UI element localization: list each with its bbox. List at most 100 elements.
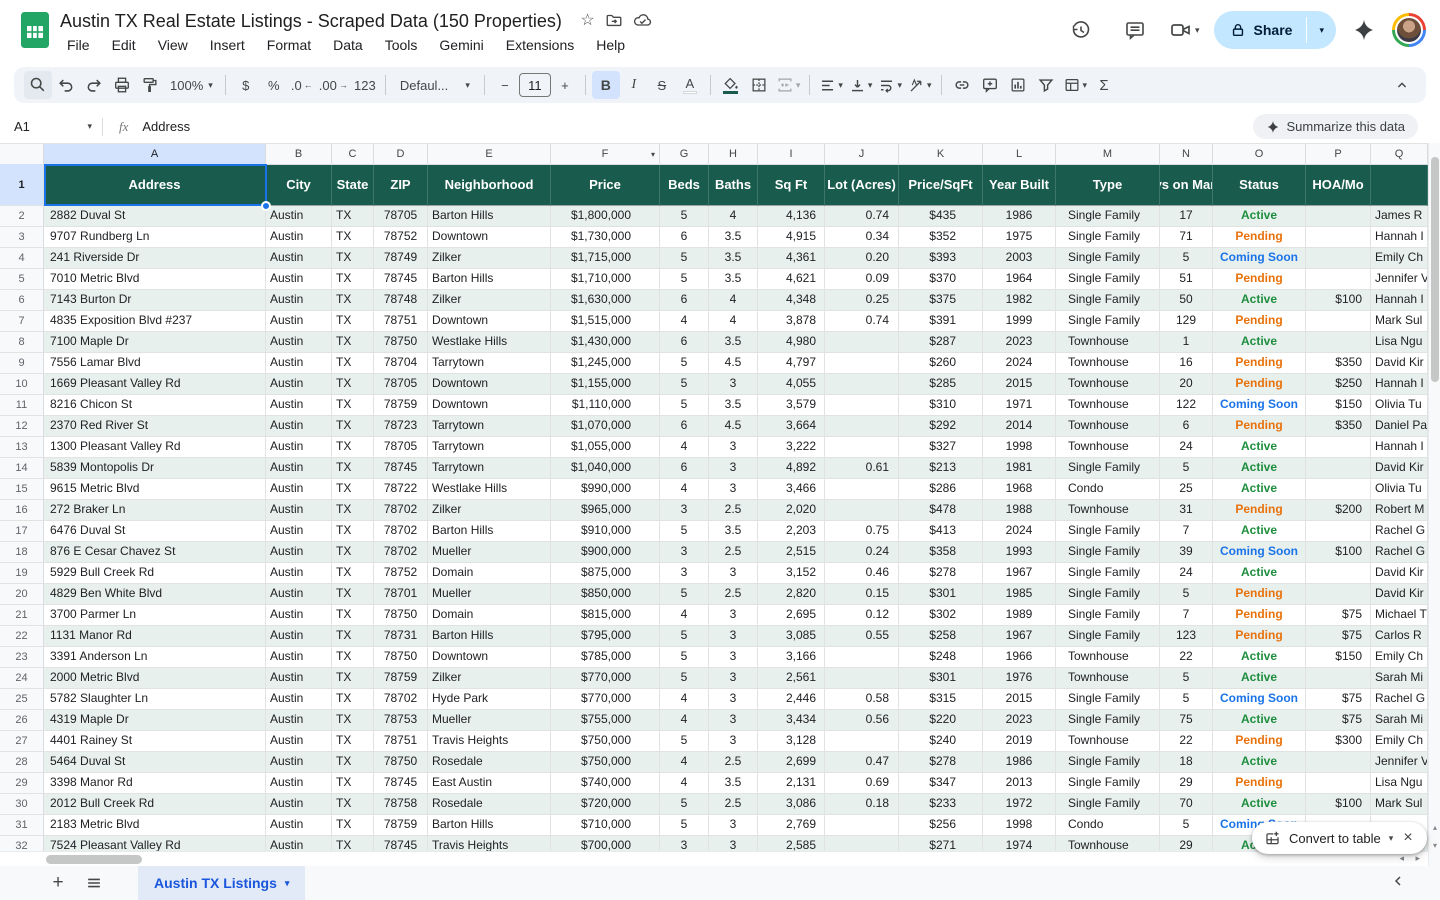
cell-M9[interactable]: Townhouse [1056,353,1160,374]
row-header-18[interactable]: 18 [0,542,44,563]
cell-Q20[interactable]: David Kir [1371,584,1428,605]
cell-G23[interactable]: 5 [660,647,709,668]
cell-H28[interactable]: 2.5 [709,752,758,773]
cell-D13[interactable]: 78705 [374,437,428,458]
cell-J8[interactable] [825,332,899,353]
cell-J24[interactable] [825,668,899,689]
cell-F30[interactable]: $720,000 [551,794,660,815]
cell-M4[interactable]: Single Family [1056,248,1160,269]
cell-K32[interactable]: $271 [899,836,983,851]
row-header-21[interactable]: 21 [0,605,44,626]
cell-B9[interactable]: Austin [266,353,332,374]
cell-E23[interactable]: Downtown [428,647,551,668]
print-button[interactable] [108,71,136,99]
cell-O29[interactable]: Pending [1213,773,1306,794]
cell-Q11[interactable]: Olivia Tu [1371,395,1428,416]
cell-K9[interactable]: $260 [899,353,983,374]
cell-C12[interactable]: TX [332,416,374,437]
insert-link-button[interactable] [948,71,976,99]
scroll-left-icon[interactable]: ◂ [1399,853,1404,864]
search-menus-button[interactable] [24,71,52,99]
cell-I5[interactable]: 4,621 [758,269,825,290]
cell-M22[interactable]: Single Family [1056,626,1160,647]
cell-C25[interactable]: TX [332,689,374,710]
cell-F19[interactable]: $875,000 [551,563,660,584]
cell-L22[interactable]: 1967 [983,626,1056,647]
strikethrough-button[interactable]: S [648,71,676,99]
cell-G10[interactable]: 5 [660,374,709,395]
format-percent-button[interactable]: % [260,71,288,99]
cell-K26[interactable]: $220 [899,710,983,731]
cell-F18[interactable]: $900,000 [551,542,660,563]
cell-M31[interactable]: Condo [1056,815,1160,836]
cell-O22[interactable]: Pending [1213,626,1306,647]
cell-O16[interactable]: Pending [1213,500,1306,521]
gemini-sparkle-icon[interactable] [1350,10,1378,50]
collapse-panel-icon[interactable] [1390,873,1406,894]
row-header-28[interactable]: 28 [0,752,44,773]
cell-H26[interactable]: 3 [709,710,758,731]
font-select[interactable]: Defaul...▾ [392,71,478,99]
column-header-Q[interactable]: Q [1371,144,1428,165]
cell-K6[interactable]: $375 [899,290,983,311]
cell-I18[interactable]: 2,515 [758,542,825,563]
horizontal-scroll-thumb[interactable] [46,855,142,864]
cell-G2[interactable]: 5 [660,206,709,227]
zoom-select[interactable]: 100%▾ [164,71,219,99]
cell-L29[interactable]: 2013 [983,773,1056,794]
hide-menus-button[interactable] [1388,71,1416,99]
cell-N22[interactable]: 123 [1160,626,1213,647]
cell-E2[interactable]: Barton Hills [428,206,551,227]
menu-help[interactable]: Help [589,35,632,55]
sheet-tab-active[interactable]: Austin TX Listings ▾ [138,866,305,900]
row-header-11[interactable]: 11 [0,395,44,416]
all-sheets-button[interactable] [76,866,112,900]
cell-J12[interactable] [825,416,899,437]
cell-F12[interactable]: $1,070,000 [551,416,660,437]
cell-I12[interactable]: 3,664 [758,416,825,437]
cell-H20[interactable]: 2.5 [709,584,758,605]
cell-J19[interactable]: 0.46 [825,563,899,584]
cell-L21[interactable]: 1989 [983,605,1056,626]
row-header-8[interactable]: 8 [0,332,44,353]
cell-I26[interactable]: 3,434 [758,710,825,731]
column-header-F[interactable]: F▾ [551,144,660,165]
cell-D8[interactable]: 78750 [374,332,428,353]
cell-J32[interactable] [825,836,899,851]
decrease-decimal-button[interactable]: .0← [288,71,316,99]
cell-J16[interactable] [825,500,899,521]
scroll-up-icon[interactable]: ▴ [1429,823,1440,832]
cell-B22[interactable]: Austin [266,626,332,647]
cell-M3[interactable]: Single Family [1056,227,1160,248]
cell-K13[interactable]: $327 [899,437,983,458]
menu-extensions[interactable]: Extensions [499,35,581,55]
cell-O26[interactable]: Active [1213,710,1306,731]
cell-A15[interactable]: 9615 Metric Blvd [44,479,266,500]
undo-button[interactable] [52,71,80,99]
cell-I8[interactable]: 4,980 [758,332,825,353]
vertical-scrollbar[interactable]: ▴ ▾ [1428,143,1440,866]
cell-A12[interactable]: 2370 Red River St [44,416,266,437]
cell-E30[interactable]: Rosedale [428,794,551,815]
column-header-C[interactable]: C [332,144,374,165]
cell-P25[interactable]: $75 [1306,689,1371,710]
row-header-4[interactable]: 4 [0,248,44,269]
redo-button[interactable] [80,71,108,99]
cell-H19[interactable]: 3 [709,563,758,584]
cell-A19[interactable]: 5929 Bull Creek Rd [44,563,266,584]
cell-C10[interactable]: TX [332,374,374,395]
cell-I2[interactable]: 4,136 [758,206,825,227]
cell-O5[interactable]: Pending [1213,269,1306,290]
cell-I13[interactable]: 3,222 [758,437,825,458]
close-icon[interactable]: × [1401,830,1414,846]
cell-D26[interactable]: 78753 [374,710,428,731]
cell-N15[interactable]: 25 [1160,479,1213,500]
cell-K5[interactable]: $370 [899,269,983,290]
cell-A5[interactable]: 7010 Metric Blvd [44,269,266,290]
cell-G30[interactable]: 5 [660,794,709,815]
cell-I19[interactable]: 3,152 [758,563,825,584]
cell-C17[interactable]: TX [332,521,374,542]
cell-L20[interactable]: 1985 [983,584,1056,605]
cell-F17[interactable]: $910,000 [551,521,660,542]
cell-K30[interactable]: $233 [899,794,983,815]
